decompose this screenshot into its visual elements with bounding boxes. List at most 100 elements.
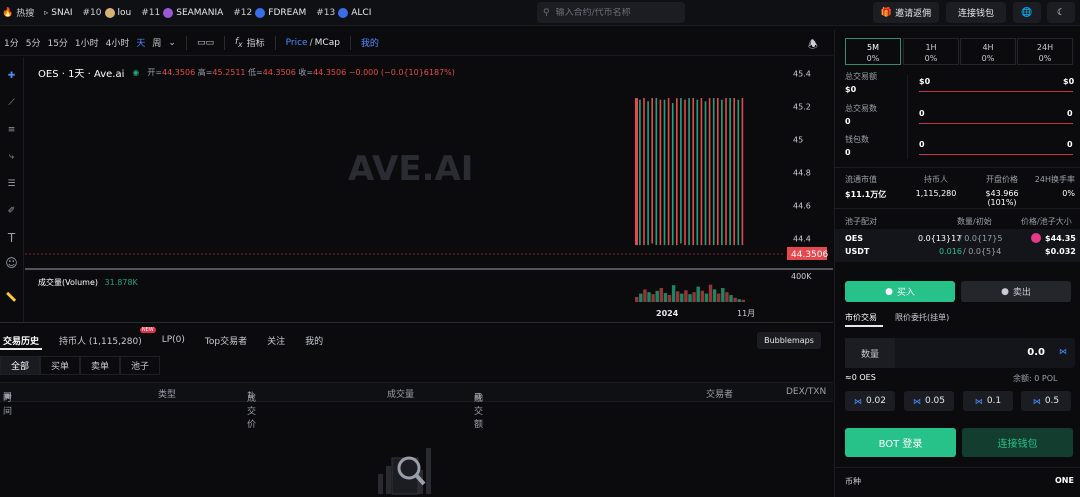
timeframe-1w[interactable]: 周 bbox=[152, 36, 161, 49]
search-box[interactable]: ⚲ bbox=[537, 2, 685, 23]
indicator-button[interactable]: 指标 bbox=[247, 36, 265, 49]
period-4h[interactable]: 4H 0% bbox=[960, 38, 1016, 65]
price-chart[interactable]: AVE.AI 44.3506 45.4 45.2 45 44.8 44.6 44.4 40… bbox=[25, 57, 833, 322]
volume-bar bbox=[700, 290, 704, 302]
candle bbox=[741, 98, 744, 246]
quick-amount-1[interactable]: ⋈ 0.02 bbox=[845, 391, 895, 411]
period-5m[interactable]: 5M 0% bbox=[845, 38, 901, 65]
filter-all[interactable]: 全部 bbox=[0, 355, 41, 375]
tab-follow[interactable]: 关注 bbox=[267, 334, 285, 347]
tab-trade-history[interactable]: 交易历史 bbox=[3, 334, 39, 347]
quick-amount-3[interactable]: ⋈ 0.1 bbox=[963, 391, 1013, 411]
col-type[interactable]: 类型 bbox=[158, 387, 176, 400]
timeframe-5m[interactable]: 5分 bbox=[26, 36, 41, 49]
mcap-toggle[interactable]: MCap bbox=[315, 38, 340, 48]
trendline-icon[interactable]: ⟋ bbox=[3, 94, 20, 111]
timeframe-1d[interactable]: 天 bbox=[136, 36, 145, 49]
col-dex[interactable]: DEX/TXN bbox=[786, 387, 826, 397]
hot-search[interactable]: 🔥 热搜 bbox=[2, 6, 35, 20]
search-input[interactable] bbox=[555, 7, 676, 18]
new-badge: NEW bbox=[139, 326, 156, 333]
chart-legend: OES · 1天 · Ave.ai ◉ 开=44.3506 高=45.2511 … bbox=[38, 65, 455, 80]
pattern-icon[interactable]: ⤷ bbox=[3, 148, 20, 165]
token-icon: ⋈ bbox=[974, 396, 983, 406]
col-trader[interactable]: 交易者 bbox=[706, 387, 733, 400]
period-24h[interactable]: 24H 0% bbox=[1017, 38, 1073, 65]
ruler-icon[interactable]: 📏 bbox=[3, 289, 20, 306]
hot-label: 热搜 bbox=[16, 9, 35, 19]
right-panel: 5M 0% 1H 0% 4H 0% 24H 0% 总交易额 $0 总交易数 0 … bbox=[834, 30, 1080, 497]
trade-filter: 全部 买单 卖单 池子 bbox=[0, 355, 161, 375]
pool-token-icon bbox=[1031, 233, 1041, 243]
tab-mine[interactable]: 我的 bbox=[305, 334, 323, 347]
quick-amount-4[interactable]: ⋈ 0.5 bbox=[1021, 391, 1071, 411]
connect-wallet-button[interactable]: 连接钱包 bbox=[946, 2, 1006, 23]
volume-bar bbox=[680, 293, 684, 302]
tab-holders[interactable]: 持币人 (1,115,280) NEW bbox=[59, 326, 156, 347]
mine-tab[interactable]: 我的 bbox=[361, 36, 379, 49]
invite-button[interactable]: 🎁 邀请返佣 bbox=[873, 2, 939, 23]
live-dot-icon: ◉ bbox=[132, 68, 140, 77]
hot-item-4[interactable]: #12 FDREAM bbox=[233, 7, 306, 18]
volume-tick: 400K bbox=[791, 272, 812, 281]
volume-bar bbox=[721, 288, 725, 302]
filter-buy[interactable]: 买单 bbox=[40, 355, 81, 375]
horizontal-lines-icon[interactable]: ≡ bbox=[3, 121, 20, 138]
candle-type-icon[interactable]: ▭▭ bbox=[197, 38, 214, 48]
hot-item-3[interactable]: #11 SEAMANIA bbox=[141, 7, 223, 18]
coin-icon bbox=[104, 7, 115, 18]
period-1h[interactable]: 1H 0% bbox=[903, 38, 959, 65]
filter-pool[interactable]: 池子 bbox=[120, 355, 161, 375]
sell-button[interactable]: ● 卖出 bbox=[961, 281, 1071, 302]
volume-bar bbox=[635, 296, 639, 302]
tab-lp[interactable]: LP(0) bbox=[162, 335, 185, 345]
candle bbox=[725, 98, 727, 246]
brush-icon[interactable]: ✐ bbox=[3, 202, 20, 219]
buy-button[interactable]: ● 买入 bbox=[845, 281, 955, 302]
price-toggle[interactable]: Price bbox=[286, 38, 308, 48]
globe-icon[interactable]: 🌐 bbox=[1013, 2, 1041, 23]
timeframe-1h[interactable]: 1小时 bbox=[75, 36, 99, 49]
text-icon[interactable]: T bbox=[3, 229, 20, 246]
connect-wallet-panel-button[interactable]: 连接钱包 bbox=[962, 428, 1073, 457]
quantity-input[interactable]: 数量 0.0 ⋈ bbox=[845, 338, 1075, 368]
ohlc-close: 44.3506 bbox=[313, 68, 347, 77]
volume-bar bbox=[725, 292, 729, 302]
chevron-down-icon[interactable]: ⌄ bbox=[168, 38, 176, 48]
volume-bar bbox=[655, 290, 659, 302]
filter-sell[interactable]: 卖单 bbox=[80, 355, 121, 375]
bubblemaps-button[interactable]: Bubblemaps bbox=[757, 332, 821, 349]
col-volume[interactable]: 成交量 bbox=[387, 387, 414, 400]
top-bar: 🔥 热搜 ▹ SNAI #10 lou #11 SEAMANIA #12 FDR… bbox=[0, 0, 1080, 26]
volume-bar bbox=[663, 293, 668, 302]
candle bbox=[643, 98, 645, 246]
candle bbox=[655, 98, 658, 246]
timeframe-1m[interactable]: 1分 bbox=[4, 36, 19, 49]
bot-login-button[interactable]: BOT 登录 bbox=[845, 428, 956, 457]
candle bbox=[721, 99, 723, 246]
hot-item-1[interactable]: ▹ SNAI bbox=[44, 8, 72, 18]
emoji-icon[interactable]: ☺ bbox=[3, 254, 20, 271]
bell-icon[interactable]: 🕭 bbox=[808, 36, 818, 55]
hot-item-2[interactable]: #10 lou bbox=[83, 7, 131, 18]
limit-order-tab[interactable]: 限价委托(挂单) bbox=[895, 312, 949, 323]
y-tick-label: 44.8 bbox=[793, 168, 811, 177]
hot-item-5[interactable]: #13 ALCI bbox=[316, 7, 371, 18]
chart-area[interactable]: AVE.AI 44.3506 45.4 45.2 45 44.8 44.6 44.4 40… bbox=[25, 57, 833, 322]
candle bbox=[692, 98, 694, 246]
chart-watermark: AVE.AI bbox=[348, 149, 473, 189]
candle bbox=[700, 98, 703, 246]
equivalent-amount: ≈0 OES bbox=[845, 373, 876, 382]
timeframe-15m[interactable]: 15分 bbox=[47, 36, 67, 49]
market-order-tab[interactable]: 市价交易 bbox=[845, 312, 877, 323]
token-icon: ⋈ bbox=[912, 396, 921, 406]
timeframe-4h[interactable]: 4小时 bbox=[106, 36, 130, 49]
indicator-icon[interactable]: fx bbox=[235, 37, 243, 49]
moon-icon[interactable]: ☾ bbox=[1047, 2, 1075, 23]
candle bbox=[708, 98, 711, 246]
quick-amount-2[interactable]: ⋈ 0.05 bbox=[904, 391, 954, 411]
tab-top-traders[interactable]: Top交易者 bbox=[205, 334, 247, 347]
volume-bar bbox=[733, 297, 737, 302]
fib-icon[interactable]: ☰ bbox=[3, 175, 20, 192]
crosshair-icon[interactable]: ✚ bbox=[3, 67, 20, 84]
